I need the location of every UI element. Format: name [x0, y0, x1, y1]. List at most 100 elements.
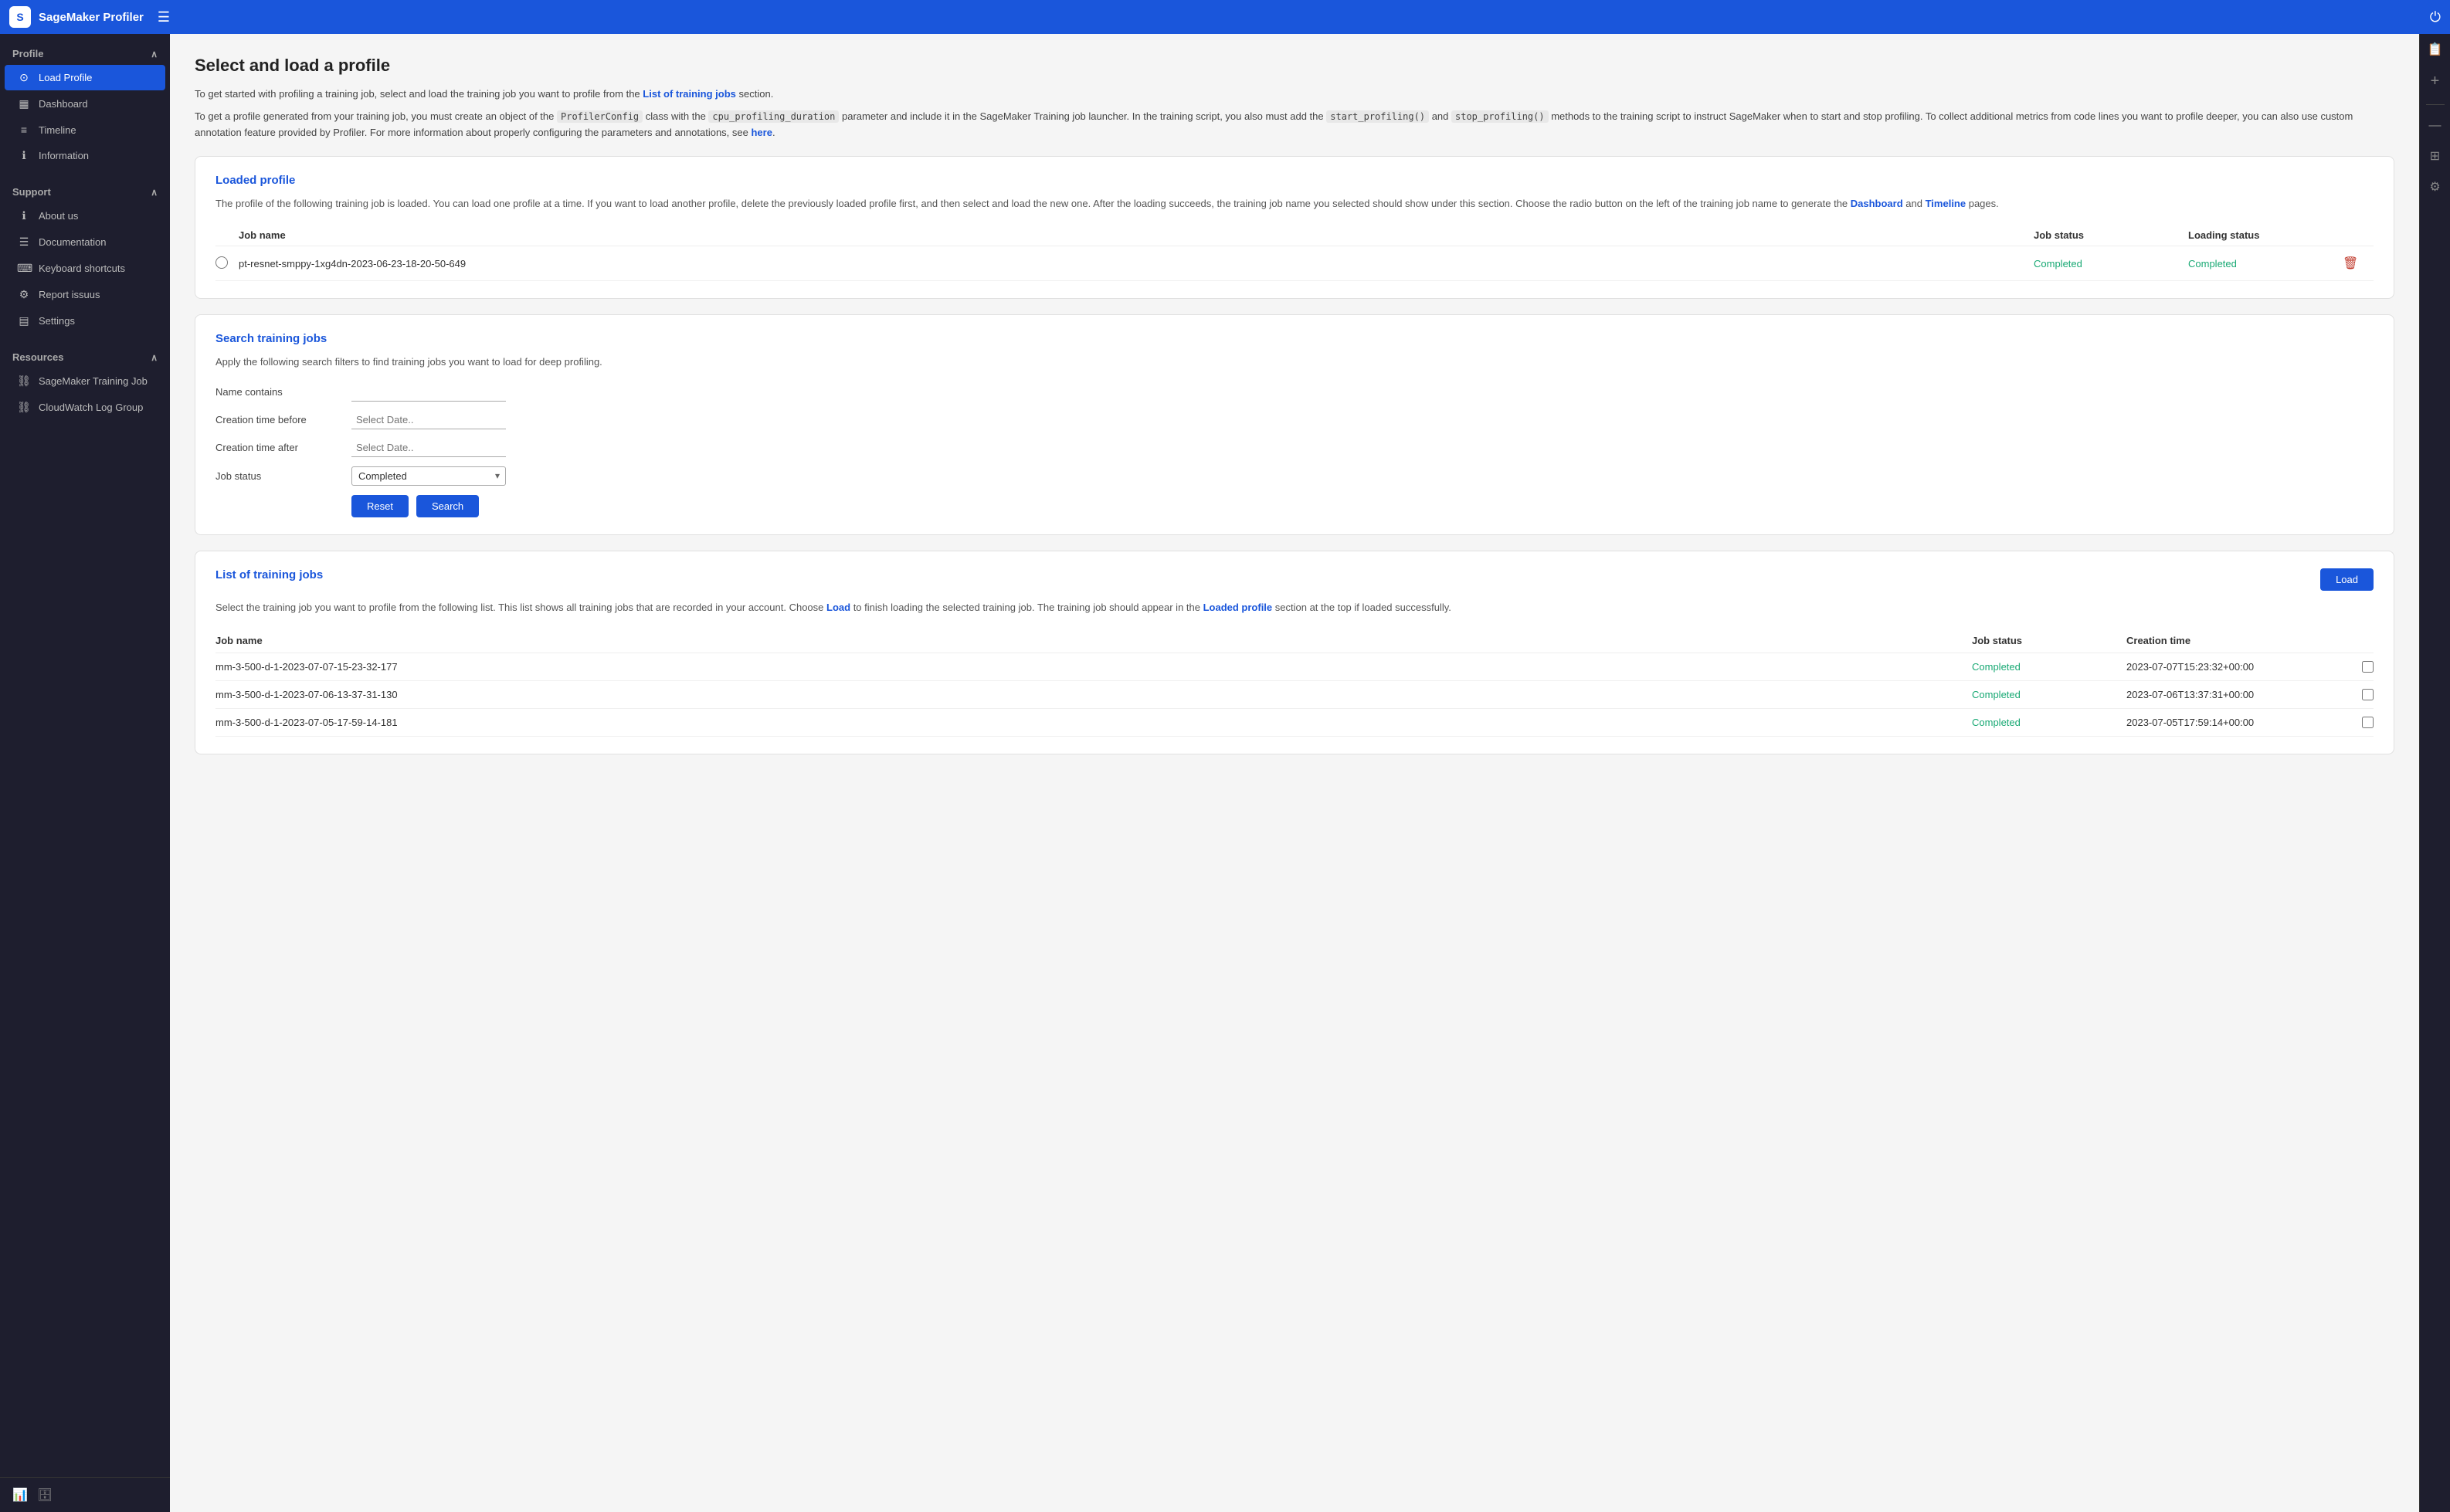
- sidebar-load-profile-label: Load Profile: [39, 72, 92, 83]
- creation-time-after-row: Creation time after: [215, 439, 2374, 457]
- job-creation-1: 2023-07-07T15:23:32+00:00: [2126, 661, 2343, 673]
- jobs-list: mm-3-500-d-1-2023-07-07-15-23-32-177 Com…: [215, 653, 2374, 737]
- sidebar-item-timeline[interactable]: ≡ Timeline: [5, 117, 165, 142]
- topbar: S SageMaker Profiler ☰ ⏻: [0, 0, 2450, 34]
- radio-cell[interactable]: [215, 256, 239, 271]
- menu-icon[interactable]: ☰: [158, 9, 170, 25]
- sidebar-timeline-label: Timeline: [39, 124, 76, 136]
- load-button[interactable]: Load: [2320, 568, 2374, 591]
- sidebar-item-documentation[interactable]: ☰ Documentation: [5, 229, 165, 255]
- app-logo: S: [9, 6, 31, 28]
- app-title: SageMaker Profiler: [39, 11, 144, 24]
- delete-icon[interactable]: 🗑: [2343, 257, 2358, 270]
- creation-time-before-label: Creation time before: [215, 414, 339, 425]
- here-link[interactable]: here: [751, 127, 772, 138]
- loaded-profile-table-header: Job name Job status Loading status: [215, 225, 2374, 246]
- sidebar: Profile ∧ ⊙ Load Profile ▦ Dashboard ≡ T…: [0, 34, 170, 1512]
- name-contains-input[interactable]: [351, 383, 506, 402]
- loaded-profile-link[interactable]: Loaded profile: [1203, 602, 1273, 613]
- sidebar-footer: 📊 🗄: [0, 1477, 170, 1512]
- right-panel-gear-icon[interactable]: ⚙: [2425, 175, 2445, 199]
- footer-db-icon[interactable]: 🗄: [37, 1487, 53, 1503]
- job-checkbox-2[interactable]: [2362, 689, 2374, 700]
- dashboard-link[interactable]: Dashboard: [1851, 198, 1903, 209]
- sagemaker-training-icon: ⛓: [17, 375, 31, 388]
- creation-time-before-input[interactable]: [351, 411, 506, 429]
- dashboard-icon: ▦: [17, 97, 31, 110]
- creation-time-after-input[interactable]: [351, 439, 506, 457]
- sidebar-profile-section: Profile ∧ ⊙ Load Profile ▦ Dashboard ≡ T…: [0, 34, 170, 172]
- timeline-link[interactable]: Timeline: [1926, 198, 1966, 209]
- sidebar-resources-section: Resources ∧ ⛓ SageMaker Training Job ⛓ C…: [0, 337, 170, 424]
- job-status-col-header: Job status: [2034, 229, 2188, 241]
- right-panel: 🔔 📋 + — ⊞ ⚙: [2419, 0, 2450, 1512]
- sidebar-cloudwatch-label: CloudWatch Log Group: [39, 402, 143, 413]
- sidebar-sagemaker-label: SageMaker Training Job: [39, 375, 148, 387]
- jobs-col-status: Job status: [1972, 635, 2126, 646]
- loaded-profile-title: Loaded profile: [215, 174, 2374, 187]
- load-link[interactable]: Load: [826, 602, 850, 613]
- power-icon[interactable]: ⏻: [2430, 9, 2441, 25]
- job-checkbox-3[interactable]: [2362, 717, 2374, 728]
- sidebar-about-us-label: About us: [39, 210, 78, 222]
- start-profiling-code: start_profiling(): [1326, 110, 1429, 123]
- reset-button[interactable]: Reset: [351, 495, 409, 517]
- job-creation-2: 2023-07-06T13:37:31+00:00: [2126, 689, 2343, 700]
- loaded-job-radio[interactable]: [215, 256, 228, 269]
- table-row: mm-3-500-d-1-2023-07-07-15-23-32-177 Com…: [215, 653, 2374, 681]
- footer-chart-icon[interactable]: 📊: [12, 1487, 28, 1503]
- settings-icon: ▤: [17, 314, 31, 327]
- sidebar-support-header[interactable]: Support ∧: [0, 181, 170, 202]
- action-col-header: [2343, 229, 2374, 241]
- list-of-jobs-header: List of training jobs Load: [215, 568, 2374, 591]
- chevron-up-icon-2: ∧: [151, 187, 158, 198]
- job-status-1: Completed: [1972, 661, 2126, 673]
- intro-paragraph-1: To get started with profiling a training…: [195, 86, 2394, 103]
- sidebar-item-keyboard-shortcuts[interactable]: ⌨ Keyboard shortcuts: [5, 256, 165, 281]
- right-panel-grid-icon[interactable]: ⊞: [2425, 144, 2445, 168]
- sidebar-profile-header[interactable]: Profile ∧: [0, 43, 170, 64]
- right-panel-divider: [2426, 104, 2445, 105]
- name-contains-row: Name contains: [215, 383, 2374, 402]
- sidebar-item-settings[interactable]: ▤ Settings: [5, 308, 165, 334]
- intro-paragraph-2: To get a profile generated from your tra…: [195, 109, 2394, 141]
- sidebar-item-cloudwatch-log-group[interactable]: ⛓ CloudWatch Log Group: [5, 395, 165, 420]
- list-of-training-jobs-link-1[interactable]: List of training jobs: [643, 88, 736, 100]
- radio-col-header: [215, 229, 239, 241]
- list-of-jobs-title: List of training jobs: [215, 568, 323, 581]
- right-panel-add-icon[interactable]: +: [2426, 68, 2445, 95]
- job-name-1: mm-3-500-d-1-2023-07-07-15-23-32-177: [215, 661, 1972, 673]
- job-check-1[interactable]: [2343, 661, 2374, 673]
- delete-cell[interactable]: 🗑: [2343, 256, 2374, 271]
- job-status-2: Completed: [1972, 689, 2126, 700]
- job-checkbox-1[interactable]: [2362, 661, 2374, 673]
- sidebar-item-information[interactable]: ℹ Information: [5, 143, 165, 168]
- sidebar-item-sagemaker-training-job[interactable]: ⛓ SageMaker Training Job: [5, 368, 165, 394]
- page-title: Select and load a profile: [195, 56, 2394, 76]
- right-panel-minus-icon[interactable]: —: [2425, 114, 2446, 137]
- loaded-profile-desc: The profile of the following training jo…: [215, 196, 2374, 212]
- sidebar-item-dashboard[interactable]: ▦ Dashboard: [5, 91, 165, 117]
- sidebar-item-about-us[interactable]: ℹ About us: [5, 203, 165, 229]
- chevron-up-icon-3: ∧: [151, 352, 158, 363]
- topbar-right: ⏻: [2430, 9, 2441, 25]
- jobs-table-header: Job name Job status Creation time: [215, 629, 2374, 653]
- load-profile-icon: ⊙: [17, 71, 31, 84]
- search-buttons-row: Reset Search: [215, 495, 2374, 517]
- main-content: Select and load a profile To get started…: [170, 34, 2419, 1512]
- sidebar-item-report-issues[interactable]: ⚙ Report issuus: [5, 282, 165, 307]
- sidebar-item-load-profile[interactable]: ⊙ Load Profile: [5, 65, 165, 90]
- job-name-3: mm-3-500-d-1-2023-07-05-17-59-14-181: [215, 717, 1972, 728]
- job-check-3[interactable]: [2343, 717, 2374, 728]
- search-jobs-title: Search training jobs: [215, 332, 2374, 345]
- right-panel-clipboard-icon[interactable]: 📋: [2423, 37, 2448, 62]
- sidebar-resources-header[interactable]: Resources ∧: [0, 347, 170, 368]
- chevron-up-icon: ∧: [151, 49, 158, 59]
- cloudwatch-icon: ⛓: [17, 401, 31, 414]
- job-status-select[interactable]: Completed InProgress Failed Stopped All: [351, 466, 506, 486]
- job-name-cell: pt-resnet-smppy-1xg4dn-2023-06-23-18-20-…: [239, 258, 2034, 270]
- job-check-2[interactable]: [2343, 689, 2374, 700]
- table-row: mm-3-500-d-1-2023-07-05-17-59-14-181 Com…: [215, 709, 2374, 737]
- list-of-jobs-desc: Select the training job you want to prof…: [215, 600, 2374, 616]
- search-button[interactable]: Search: [416, 495, 479, 517]
